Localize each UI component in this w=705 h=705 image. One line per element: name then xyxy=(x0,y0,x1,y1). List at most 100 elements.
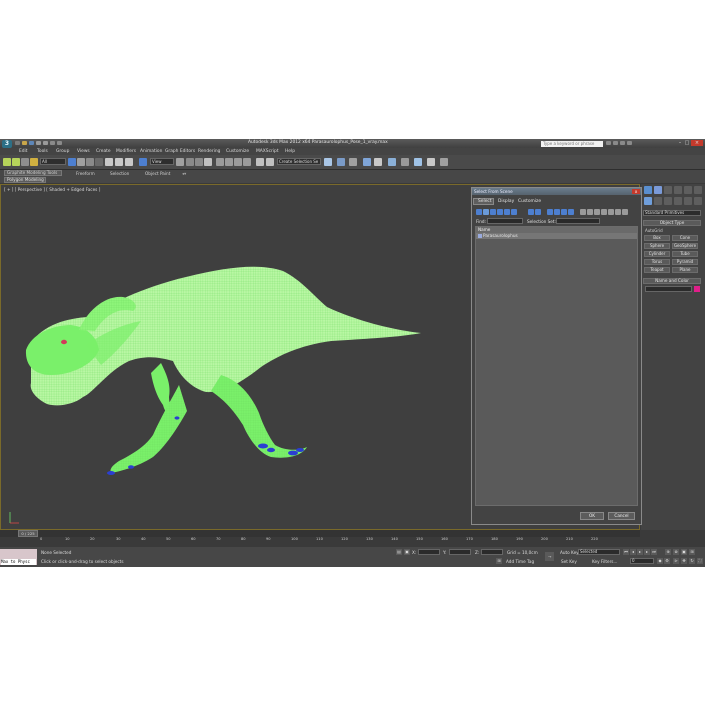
maxscript-mini-listener[interactable]: Max to Physc xyxy=(1,559,36,565)
select-all-icon[interactable] xyxy=(580,209,586,215)
undo-icon[interactable] xyxy=(36,141,41,145)
reference-coordinate-dropdown[interactable]: View xyxy=(150,158,174,165)
cylinder-button[interactable]: Cylinder xyxy=(644,251,670,257)
menu-group[interactable]: Group xyxy=(56,149,69,154)
layer-manager-icon[interactable] xyxy=(324,158,332,166)
geosphere-button[interactable]: GeoSphere xyxy=(672,243,698,249)
search-input[interactable]: Type a keyword or phrase xyxy=(541,141,603,147)
ok-button[interactable]: OK xyxy=(580,512,604,520)
auto-key-button[interactable]: Auto Key xyxy=(560,550,579,555)
menu-graph-editors[interactable]: Graph Editors xyxy=(165,149,195,154)
maxscript-listener[interactable]: Max to Physc xyxy=(0,549,37,565)
select-object-icon[interactable] xyxy=(68,158,76,166)
selection-filter-dropdown[interactable]: All xyxy=(40,158,66,165)
find-input[interactable] xyxy=(487,218,523,224)
display-bones-icon[interactable] xyxy=(547,209,553,215)
scene-object-list[interactable]: Name Parasaurolophus xyxy=(475,226,638,506)
add-time-tag-label[interactable]: Add Time Tag xyxy=(506,559,534,564)
z-coordinate-input[interactable] xyxy=(481,549,503,555)
pivot-center-icon[interactable] xyxy=(176,158,184,166)
tab-freeform[interactable]: Freeform xyxy=(76,171,95,176)
options-icon[interactable] xyxy=(622,209,628,215)
rendered-frame-window-icon[interactable] xyxy=(401,158,409,166)
play-icon[interactable]: ▸ xyxy=(637,549,643,555)
menu-modifiers[interactable]: Modifiers xyxy=(116,149,136,154)
angle-snap-icon[interactable] xyxy=(216,158,224,166)
menu-maxscript[interactable]: MAXScript xyxy=(256,149,279,154)
display-geometry-icon[interactable] xyxy=(476,209,482,215)
mirror-icon[interactable] xyxy=(256,158,264,166)
cone-button[interactable]: Cone xyxy=(672,235,698,241)
object-type-rollout[interactable]: Object Type xyxy=(643,220,701,226)
helpers-icon[interactable] xyxy=(684,197,692,205)
go-to-end-icon[interactable]: ⏭ xyxy=(651,549,657,555)
render-iterative-icon[interactable] xyxy=(427,158,435,166)
graphite-toggle-icon[interactable] xyxy=(337,158,345,166)
dialog-menu-customize[interactable]: Customize xyxy=(518,199,541,204)
reference-coordinate-icon[interactable] xyxy=(139,158,147,166)
edit-named-selection-icon[interactable] xyxy=(243,158,251,166)
display-hidden-icon[interactable] xyxy=(568,209,574,215)
rotate-icon[interactable] xyxy=(115,158,123,166)
move-icon[interactable] xyxy=(105,158,113,166)
space-warps-icon[interactable] xyxy=(694,197,702,205)
render-production-icon[interactable] xyxy=(414,158,422,166)
create-tab-icon[interactable] xyxy=(644,186,652,194)
display-groups-icon[interactable] xyxy=(528,209,534,215)
time-slider[interactable]: 0 / 225 xyxy=(0,530,640,537)
track-bar[interactable]: 0 10 20 30 40 50 60 70 80 90 100 110 120… xyxy=(0,537,640,546)
x-coordinate-input[interactable] xyxy=(418,549,440,555)
filter-selection-icon[interactable] xyxy=(615,209,621,215)
render-setup-icon[interactable] xyxy=(388,158,396,166)
shapes-icon[interactable] xyxy=(654,197,662,205)
display-children-icon[interactable] xyxy=(601,209,607,215)
align-icon[interactable] xyxy=(266,158,274,166)
display-containers-icon[interactable] xyxy=(554,209,560,215)
sphere-button[interactable]: Sphere xyxy=(644,243,670,249)
name-and-color-rollout[interactable]: Name and Color xyxy=(643,278,701,284)
minimize-button[interactable]: – xyxy=(677,140,683,146)
ribbon-options-icon[interactable]: ◂▾ xyxy=(182,171,186,176)
selection-set-dropdown[interactable] xyxy=(556,218,600,224)
maximize-button[interactable]: □ xyxy=(684,140,690,146)
plane-button[interactable]: Plane xyxy=(672,267,698,273)
hierarchy-tab-icon[interactable] xyxy=(664,186,672,194)
previous-frame-icon[interactable]: ◂ xyxy=(630,549,636,555)
tab-selection[interactable]: Selection xyxy=(110,171,129,176)
box-button[interactable]: Box xyxy=(644,235,670,241)
maximize-viewport-icon[interactable]: ⛶ xyxy=(697,558,703,564)
time-slider-thumb[interactable]: 0 / 225 xyxy=(18,530,38,537)
new-file-icon[interactable] xyxy=(15,141,20,145)
time-config-icon[interactable]: ⚙ xyxy=(664,558,670,564)
open-file-icon[interactable] xyxy=(22,141,27,145)
menu-edit[interactable]: Edit xyxy=(19,149,28,154)
schematic-view-icon[interactable] xyxy=(363,158,371,166)
set-key-mode-icon[interactable]: ⊸ xyxy=(545,552,554,561)
region-select-icon[interactable] xyxy=(86,158,94,166)
unlink-icon[interactable] xyxy=(12,158,20,166)
fetch-icon[interactable] xyxy=(57,141,62,145)
tube-button[interactable]: Tube xyxy=(672,251,698,257)
dialog-menu-select[interactable]: Select xyxy=(478,199,492,204)
field-of-view-icon[interactable]: ⊳ xyxy=(673,558,679,564)
teapot-button[interactable]: Teapot xyxy=(644,267,670,273)
redo-icon[interactable] xyxy=(43,141,48,145)
absolute-mode-icon[interactable]: ▣ xyxy=(404,549,410,555)
go-to-start-icon[interactable]: ⏮ xyxy=(623,549,629,555)
menu-help[interactable]: Help xyxy=(285,149,295,154)
menu-rendering[interactable]: Rendering xyxy=(198,149,220,154)
link-icon[interactable] xyxy=(3,158,11,166)
percent-snap-icon[interactable] xyxy=(225,158,233,166)
current-frame-input[interactable]: 0 xyxy=(630,558,654,564)
display-xrefs-icon[interactable] xyxy=(535,209,541,215)
spinner-snap-icon[interactable] xyxy=(234,158,242,166)
lights-icon[interactable] xyxy=(664,197,672,205)
display-frozen-icon[interactable] xyxy=(561,209,567,215)
dialog-menu-display[interactable]: Display xyxy=(498,199,514,204)
torus-button[interactable]: Torus xyxy=(644,259,670,265)
utilities-tab-icon[interactable] xyxy=(694,186,702,194)
next-frame-icon[interactable]: ▸ xyxy=(644,549,650,555)
cameras-icon[interactable] xyxy=(674,197,682,205)
geometry-icon[interactable] xyxy=(644,197,652,205)
autogrid-checkbox[interactable]: AutoGrid xyxy=(645,228,663,233)
